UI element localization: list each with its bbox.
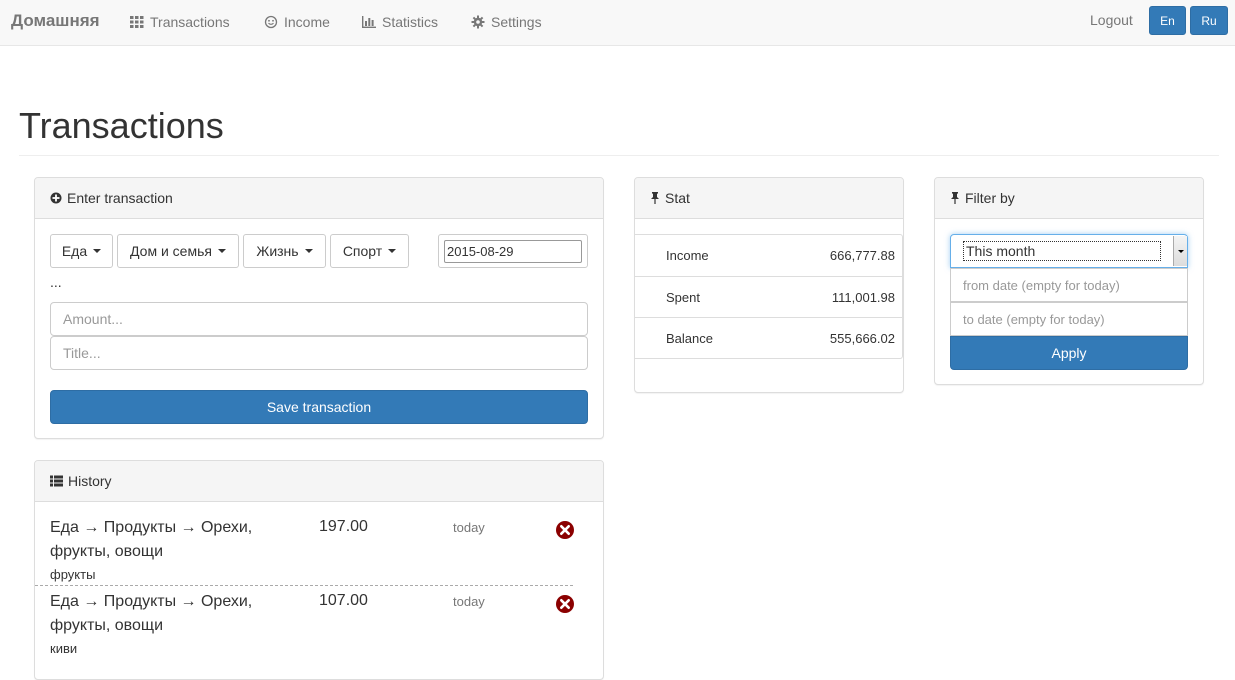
stat-row-spent: Spent 111,001.98	[635, 276, 902, 317]
stat-value: 111,001.98	[831, 289, 895, 305]
gear-icon	[471, 15, 485, 29]
history-item-amount: 197.00	[319, 518, 368, 535]
pushpin-icon	[951, 192, 959, 204]
category-label: Еда	[61, 243, 88, 259]
apply-button[interactable]: Apply	[950, 336, 1188, 370]
nav-label: Transactions	[150, 14, 230, 30]
category-label: Жизнь	[256, 243, 299, 259]
history-separator	[35, 585, 573, 586]
nav-label: Settings	[491, 14, 542, 30]
stat-row-balance: Balance 555,666.02	[635, 317, 902, 358]
list-icon	[50, 475, 63, 487]
date-field-wrapper	[438, 234, 588, 268]
category-dropdown-sport[interactable]: Спорт	[330, 234, 409, 268]
nav-item-statistics[interactable]: Statistics	[362, 12, 438, 32]
history-item-date: today	[453, 594, 485, 609]
history-item: Еда → Продукты → Орехи, фрукты, овощи 10…	[50, 590, 575, 660]
pushpin-icon	[651, 192, 659, 204]
caret-down-icon	[388, 249, 397, 253]
category-label: Дом и семья	[130, 243, 212, 259]
history-item-note: фрукты	[50, 567, 96, 582]
stat-panel: Stat Income 666,777.88 Spent 111,001.98 …	[634, 177, 904, 393]
stat-row-income: Income 666,777.88	[635, 235, 902, 276]
bar-chart-icon	[362, 16, 376, 28]
stat-label: Balance	[666, 330, 713, 346]
logout-link[interactable]: Logout	[1090, 12, 1133, 28]
delete-icon[interactable]	[555, 594, 575, 614]
history-item-title: Еда → Продукты → Орехи, фрукты, овощи	[50, 519, 253, 560]
nav-label: Income	[284, 14, 330, 30]
title-input[interactable]	[50, 336, 588, 370]
amount-input[interactable]	[50, 302, 588, 336]
plus-circle-icon	[50, 192, 62, 204]
category-dropdown-food[interactable]: Еда	[50, 234, 113, 268]
caret-down-icon	[217, 249, 226, 253]
smile-icon	[264, 15, 278, 29]
panel-title: History	[68, 473, 112, 489]
category-dropdown-home[interactable]: Дом и семья	[117, 234, 239, 268]
history-item-title: Еда → Продукты → Орехи, фрукты, овощи	[50, 593, 253, 634]
page-title: Transactions	[19, 105, 224, 146]
history-panel: History Еда → Продукты → Орехи, фрукты, …	[34, 460, 604, 680]
navbar: Домашняя Transactions Income Statistics	[0, 0, 1235, 46]
caret-down-icon	[93, 249, 102, 253]
category-path: ...	[50, 274, 62, 290]
panel-heading: Stat	[635, 178, 903, 219]
panel-title: Filter by	[965, 190, 1015, 206]
title-divider	[19, 155, 1219, 156]
stat-label: Spent	[666, 289, 700, 305]
period-select-value: This month	[963, 241, 1161, 261]
history-item-date: today	[453, 520, 485, 535]
delete-icon[interactable]	[555, 520, 575, 540]
panel-heading: Filter by	[935, 178, 1203, 219]
nav-item-settings[interactable]: Settings	[471, 12, 542, 32]
stat-table: Income 666,777.88 Spent 111,001.98 Balan…	[635, 234, 903, 359]
period-select[interactable]: This month	[950, 234, 1188, 268]
lang-en-button[interactable]: En	[1149, 6, 1186, 35]
nav-item-transactions[interactable]: Transactions	[130, 12, 230, 32]
to-date-input[interactable]	[950, 302, 1188, 336]
panel-title: Stat	[665, 190, 690, 206]
history-item: Еда → Продукты → Орехи, фрукты, овощи 19…	[50, 516, 575, 586]
date-input[interactable]	[444, 240, 582, 263]
filter-panel: Filter by This month Apply	[934, 177, 1204, 385]
nav-item-income[interactable]: Income	[264, 12, 330, 32]
nav-label: Statistics	[382, 14, 439, 30]
grid-icon	[130, 16, 144, 28]
brand-logo[interactable]: Домашняя	[11, 11, 100, 31]
dropdown-arrow-icon[interactable]	[1173, 236, 1187, 266]
stat-value: 555,666.02	[829, 330, 895, 346]
panel-title: Enter transaction	[67, 190, 173, 206]
history-item-amount: 107.00	[319, 592, 368, 609]
lang-ru-button[interactable]: Ru	[1190, 6, 1228, 35]
caret-down-icon	[304, 249, 313, 253]
category-dropdown-life[interactable]: Жизнь	[243, 234, 326, 268]
history-item-note: киви	[50, 641, 78, 656]
enter-transaction-panel: Enter transaction Еда Дом и семья Жизнь …	[34, 177, 604, 439]
stat-value: 666,777.88	[829, 248, 895, 263]
save-transaction-button[interactable]: Save transaction	[50, 390, 588, 424]
panel-heading: Enter transaction	[35, 178, 603, 219]
from-date-input[interactable]	[950, 268, 1188, 302]
stat-label: Income	[666, 248, 709, 263]
panel-heading: History	[35, 461, 603, 502]
category-label: Спорт	[342, 243, 383, 259]
